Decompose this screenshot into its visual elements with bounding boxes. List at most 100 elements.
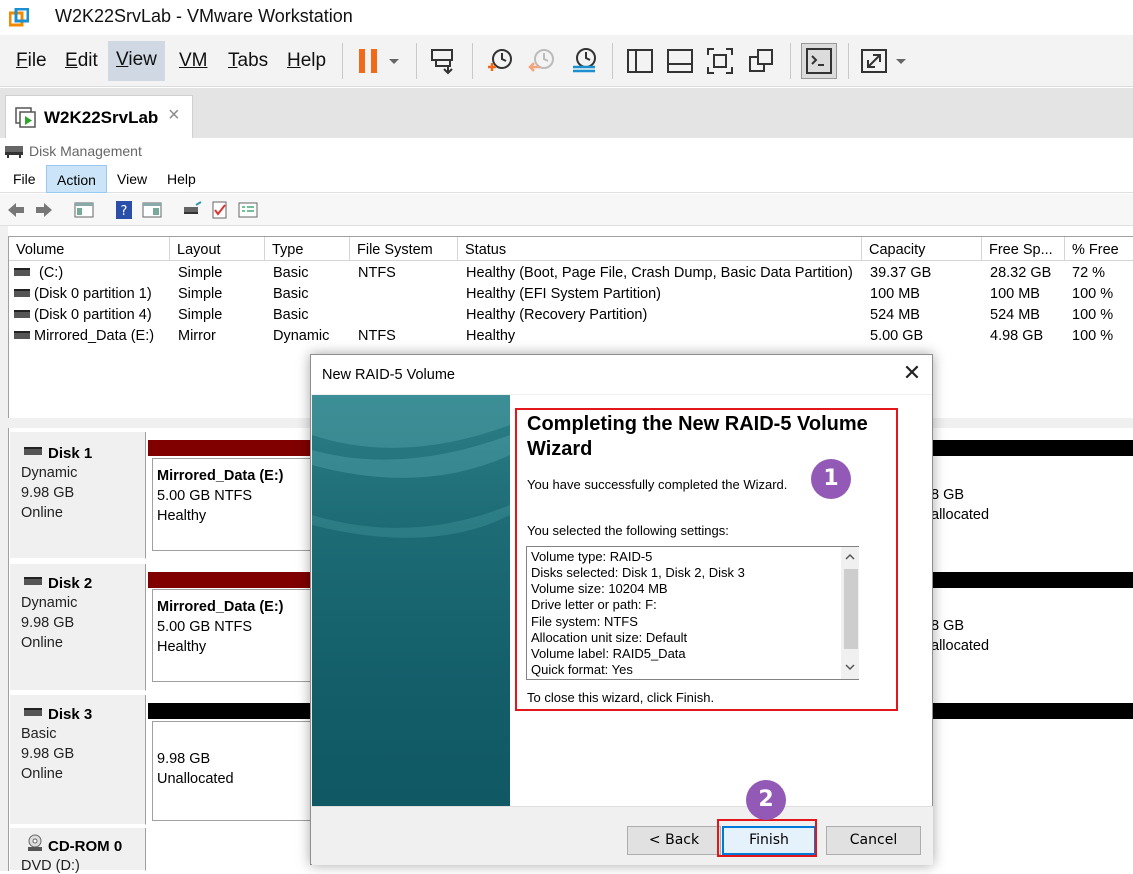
- dialog-title-bar: New RAID-5 Volume ✕: [311, 355, 932, 394]
- dialog-title: New RAID-5 Volume: [322, 367, 455, 383]
- snapshot-take-icon[interactable]: [484, 45, 516, 77]
- dialog-close-icon[interactable]: ✕: [901, 362, 923, 385]
- disk-type: Dynamic: [21, 595, 78, 611]
- cell-layout: Simple: [178, 265, 223, 281]
- snapshot-revert-icon[interactable]: [526, 45, 558, 77]
- menu-help[interactable]: Help: [279, 49, 334, 75]
- library-icon[interactable]: [624, 45, 656, 77]
- partition-status: Healthy: [157, 508, 207, 524]
- cell-capacity: 5.00 GB: [870, 328, 924, 344]
- rescan-disks-icon[interactable]: [182, 201, 202, 219]
- show-hide-tree-icon[interactable]: [74, 201, 94, 219]
- disk-icon: [24, 708, 42, 716]
- back-button[interactable]: < Back: [627, 826, 721, 855]
- dm-menu-file[interactable]: File: [3, 165, 46, 193]
- dm-menu-action[interactable]: Action: [46, 165, 107, 193]
- cancel-button[interactable]: Cancel: [826, 826, 921, 855]
- menu-view[interactable]: View: [108, 41, 165, 81]
- disk-1-label[interactable]: Disk 1 Dynamic 9.98 GB Online: [10, 432, 146, 559]
- disk-management-menubar: File Action View Help: [0, 165, 1133, 193]
- settings-list-icon[interactable]: [238, 201, 258, 219]
- cell-percent-free: 100 %: [1072, 328, 1114, 344]
- forward-arrow-icon[interactable]: [34, 201, 54, 219]
- console-view-button[interactable]: [801, 43, 837, 79]
- volume-icon: [14, 289, 30, 297]
- volume-icon: [14, 310, 30, 318]
- cell-status: Healthy: [466, 328, 516, 344]
- disk-icon: [24, 447, 42, 455]
- volume-icon: [14, 331, 30, 339]
- cell-type: Basic: [273, 265, 309, 281]
- back-arrow-icon[interactable]: [6, 201, 26, 219]
- partition-mirrored-data-disk2[interactable]: Mirrored_Data (E:) 5.00 GB NTFS Healthy: [152, 589, 312, 682]
- menu-edit[interactable]: Edit: [57, 49, 106, 75]
- menu-file[interactable]: File: [8, 49, 55, 75]
- column-header-free-space[interactable]: Free Sp...: [982, 237, 1065, 261]
- disk-type: Basic: [21, 726, 57, 742]
- column-header-type[interactable]: Type: [265, 237, 350, 261]
- send-ctrl-alt-del-icon[interactable]: [428, 45, 460, 77]
- partition-size: 9.98 GB: [157, 751, 211, 767]
- column-header-capacity[interactable]: Capacity: [862, 237, 982, 261]
- disk-name: Disk 2: [48, 575, 93, 592]
- dm-menu-help[interactable]: Help: [157, 165, 206, 193]
- stretch-dropdown-icon[interactable]: [891, 45, 911, 77]
- cell-percent-free: 100 %: [1072, 307, 1114, 323]
- annotation-highlight-box-1: [515, 408, 898, 711]
- cell-volume: (C:): [39, 265, 64, 281]
- column-header-volume[interactable]: Volume: [9, 237, 170, 261]
- column-header-percent-free[interactable]: % Free: [1065, 237, 1133, 261]
- menu-vm[interactable]: VM: [171, 49, 216, 75]
- cell-layout: Simple: [178, 307, 223, 323]
- cdrom-0-label[interactable]: CD-ROM 0 DVD (D:): [10, 828, 146, 874]
- checklist-icon[interactable]: [210, 201, 230, 219]
- menu-tabs[interactable]: Tabs: [220, 49, 276, 75]
- cell-capacity: 100 MB: [870, 286, 920, 302]
- window-title: W2K22SrvLab - VMware Workstation: [55, 6, 353, 26]
- snapshot-manager-icon[interactable]: [568, 45, 600, 77]
- unallocated-bar: [929, 572, 1133, 588]
- cell-free-space: 28.32 GB: [990, 265, 1052, 281]
- tab-close-icon[interactable]: ×: [168, 104, 180, 127]
- disk-3-label[interactable]: Disk 3 Basic 9.98 GB Online: [10, 695, 146, 825]
- disk-state: Online: [21, 766, 63, 782]
- cell-volume: (Disk 0 partition 1): [34, 286, 152, 302]
- disk-management-title-bar: Disk Management: [0, 138, 1133, 165]
- column-header-file-system[interactable]: File System: [350, 237, 458, 261]
- partition-size: 5.00 GB NTFS: [157, 488, 253, 504]
- unity-icon[interactable]: [746, 45, 778, 77]
- disk-size: 9.98 GB: [21, 485, 75, 501]
- properties-pane-icon[interactable]: [142, 201, 162, 219]
- cell-free-space: 4.98 GB: [990, 328, 1044, 344]
- cell-layout: Simple: [178, 286, 223, 302]
- cell-status: Healthy (Boot, Page File, Crash Dump, Ba…: [466, 265, 853, 281]
- dropdown-icon[interactable]: [384, 45, 404, 77]
- stretch-guest-icon[interactable]: [858, 45, 890, 77]
- partition-status: Unallocated: [157, 771, 234, 787]
- disk-size: 9.98 GB: [21, 746, 75, 762]
- wizard-side-banner: [312, 395, 510, 806]
- cell-percent-free: 72 %: [1072, 265, 1106, 281]
- powered-vm-icon: [15, 107, 36, 128]
- cell-file-system: NTFS: [358, 328, 396, 344]
- column-header-layout[interactable]: Layout: [170, 237, 265, 261]
- disk-2-label[interactable]: Disk 2 Dynamic 9.98 GB Online: [10, 564, 146, 691]
- pause-icon[interactable]: [354, 45, 386, 77]
- vm-tab-strip: W2K22SrvLab ×: [0, 88, 1133, 138]
- disk-name: CD-ROM 0: [48, 838, 123, 855]
- disk-management-title: Disk Management: [29, 143, 142, 159]
- help-icon[interactable]: ?: [114, 201, 134, 219]
- fullscreen-icon[interactable]: [704, 45, 736, 77]
- cell-volume: (Disk 0 partition 4): [34, 307, 152, 323]
- cell-layout: Mirror: [178, 328, 216, 344]
- unallocated-label: allocated: [931, 638, 990, 654]
- cell-capacity: 524 MB: [870, 307, 920, 323]
- partition-mirrored-data-disk1[interactable]: Mirrored_Data (E:) 5.00 GB NTFS Healthy: [152, 458, 312, 551]
- thumbnail-bar-icon[interactable]: [664, 45, 696, 77]
- partition-unallocated-disk3[interactable]: 9.98 GB Unallocated: [152, 721, 312, 821]
- column-header-status[interactable]: Status: [458, 237, 862, 261]
- partition-name: Mirrored_Data (E:): [157, 468, 284, 484]
- tab-w2k22srvlab[interactable]: W2K22SrvLab ×: [5, 95, 193, 138]
- dm-menu-view[interactable]: View: [107, 165, 157, 193]
- vmware-logo-icon: [9, 8, 29, 27]
